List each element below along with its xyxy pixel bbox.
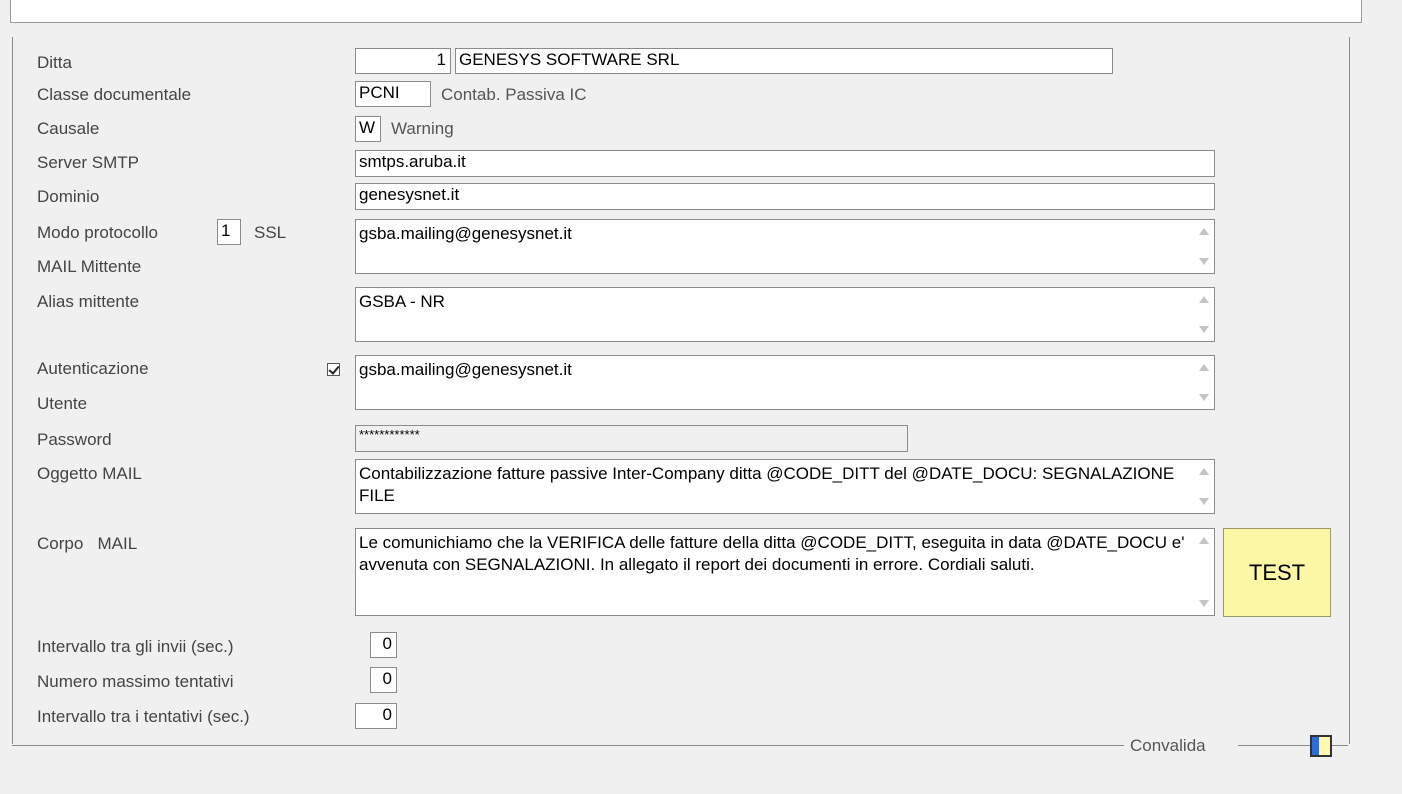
scroll-down-icon[interactable] bbox=[1199, 326, 1209, 333]
ditta-name-field[interactable]: GENESYS SOFTWARE SRL bbox=[455, 48, 1113, 74]
password-label: Password bbox=[37, 430, 112, 449]
mail-mittente-field[interactable]: gsba.mailing@genesysnet.it bbox=[355, 219, 1215, 274]
causale-code-field[interactable]: W bbox=[355, 116, 381, 142]
corpo-mail-label: Corpo MAIL bbox=[37, 534, 138, 553]
convalida-indicator-icon bbox=[1312, 737, 1319, 755]
intervallo-tentativi-field[interactable]: 0 bbox=[355, 703, 397, 729]
dominio-field[interactable]: genesysnet.it bbox=[355, 183, 1215, 210]
classe-code-field[interactable]: PCNI bbox=[355, 81, 431, 107]
scroll-down-icon[interactable] bbox=[1199, 394, 1209, 401]
oggetto-mail-label: Oggetto MAIL bbox=[37, 464, 142, 483]
scroll-down-icon[interactable] bbox=[1199, 600, 1209, 607]
numero-tentativi-field[interactable]: 0 bbox=[370, 667, 397, 693]
bottom-border-left bbox=[12, 745, 1124, 746]
server-smtp-field[interactable]: smtps.aruba.it bbox=[355, 150, 1215, 177]
bottom-border-mid bbox=[1238, 745, 1310, 746]
server-smtp-label: Server SMTP bbox=[37, 153, 140, 172]
scroll-up-icon[interactable] bbox=[1199, 296, 1209, 303]
scroll-up-icon[interactable] bbox=[1199, 537, 1209, 544]
corpo-mail-value: Le comunichiamo che la VERIFICA delle fa… bbox=[359, 533, 1185, 574]
test-button[interactable]: TEST bbox=[1223, 528, 1331, 617]
convalida-label: Convalida bbox=[1130, 736, 1206, 755]
password-field[interactable]: ************ bbox=[355, 425, 908, 452]
alias-mittente-field[interactable]: GSBA - NR bbox=[355, 287, 1215, 342]
autenticazione-checkbox[interactable] bbox=[327, 363, 340, 376]
scroll-up-icon[interactable] bbox=[1199, 468, 1209, 475]
causale-label: Causale bbox=[37, 119, 100, 138]
mail-mittente-value: gsba.mailing@genesysnet.it bbox=[359, 224, 572, 243]
utente-field[interactable]: gsba.mailing@genesysnet.it bbox=[355, 355, 1215, 410]
bottom-border-right bbox=[1332, 745, 1348, 746]
ditta-label: Ditta bbox=[37, 53, 72, 72]
oggetto-mail-value: Contabilizzazione fatture passive Inter-… bbox=[359, 464, 1175, 505]
intervallo-invii-label: Intervallo tra gli invii (sec.) bbox=[37, 637, 234, 656]
intervallo-tentativi-label: Intervallo tra i tentativi (sec.) bbox=[37, 707, 250, 726]
ditta-code-field[interactable]: 1 bbox=[355, 48, 451, 74]
scroll-down-icon[interactable] bbox=[1199, 258, 1209, 265]
classe-label: Classe documentale bbox=[37, 85, 192, 104]
oggetto-mail-field[interactable]: Contabilizzazione fatture passive Inter-… bbox=[355, 459, 1215, 514]
scroll-up-icon[interactable] bbox=[1199, 364, 1209, 371]
intervallo-invii-field[interactable]: 0 bbox=[370, 632, 397, 658]
classe-description: Contab. Passiva IC bbox=[441, 85, 587, 104]
alias-mittente-value: GSBA - NR bbox=[359, 292, 445, 311]
alias-mittente-label: Alias mittente bbox=[37, 292, 140, 311]
utente-value: gsba.mailing@genesysnet.it bbox=[359, 360, 572, 379]
top-panel bbox=[10, 0, 1362, 23]
causale-description: Warning bbox=[391, 119, 454, 138]
numero-tentativi-label: Numero massimo tentativi bbox=[37, 672, 234, 691]
modo-protocollo-label: Modo protocollo bbox=[37, 223, 158, 242]
checkmark-icon bbox=[328, 363, 340, 375]
utente-label: Utente bbox=[37, 394, 88, 413]
autenticazione-label: Autenticazione bbox=[37, 359, 149, 378]
modo-protocollo-field[interactable]: 1 bbox=[217, 219, 241, 245]
scroll-up-icon[interactable] bbox=[1199, 228, 1209, 235]
dominio-label: Dominio bbox=[37, 187, 100, 206]
convalida-button[interactable] bbox=[1310, 735, 1332, 757]
mail-mittente-label: MAIL Mittente bbox=[37, 257, 142, 276]
corpo-mail-field[interactable]: Le comunichiamo che la VERIFICA delle fa… bbox=[355, 528, 1215, 616]
scroll-down-icon[interactable] bbox=[1199, 498, 1209, 505]
modo-protocollo-description: SSL bbox=[254, 223, 287, 242]
